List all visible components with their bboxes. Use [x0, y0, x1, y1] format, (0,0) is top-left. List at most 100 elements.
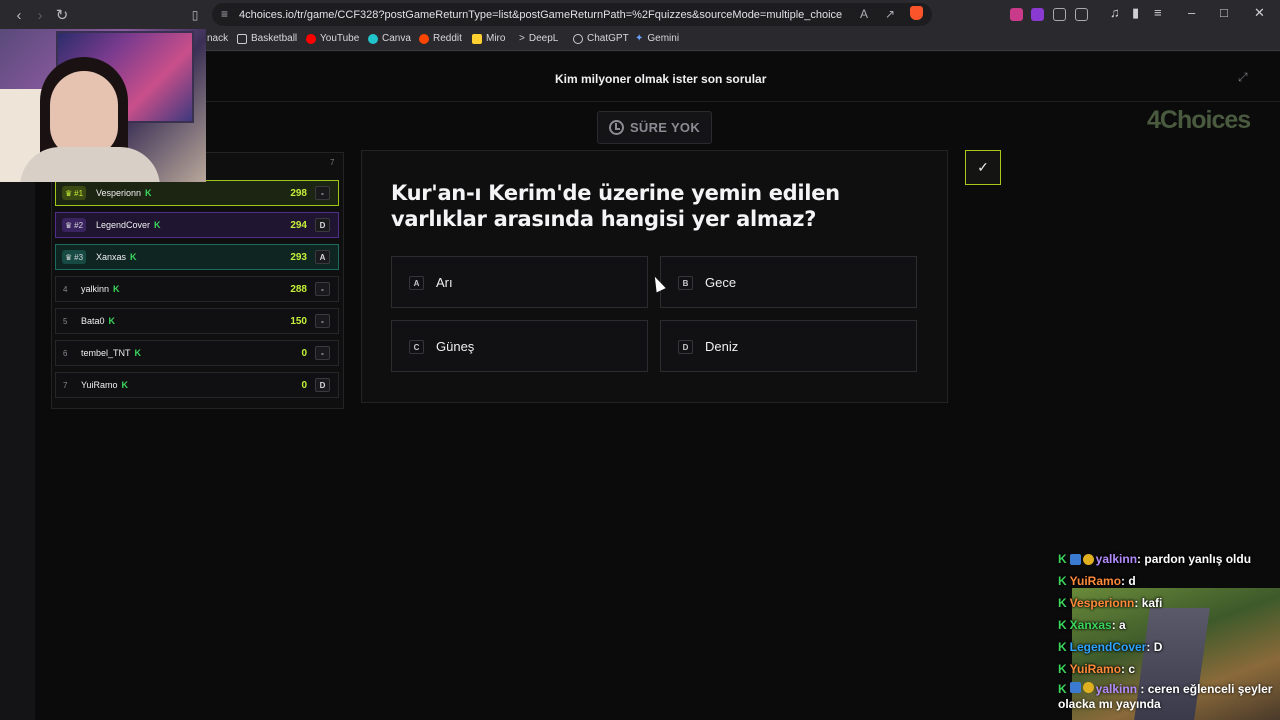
k-badge: K [145, 188, 152, 198]
rank-label: #2 [74, 220, 84, 230]
question-text: Kur'an-ı Kerim'de üzerine yemin edilen v… [391, 181, 840, 231]
chat-text: : c [1121, 662, 1136, 676]
chat-username: yalkinn [1095, 552, 1138, 566]
bookmark-label[interactable]: DeepL [529, 33, 558, 44]
chat-username: yalkinn [1095, 682, 1138, 696]
answer-option-d[interactable]: D Deniz [660, 320, 917, 372]
bookmark-item[interactable]: ✦ Gemini [635, 33, 679, 44]
bookmark-label[interactable]: Basketball [251, 33, 297, 44]
k-badge-icon: K [1058, 618, 1067, 632]
chat-message: K Xanxas : a [1058, 614, 1280, 636]
bookmark-item[interactable]: ChatGPT [573, 33, 629, 44]
bookmark-item[interactable]: nack [207, 33, 228, 44]
forward-icon[interactable]: › [29, 4, 51, 26]
chat-username: YuiRamo [1069, 574, 1122, 588]
player-score: 293 [290, 251, 307, 263]
k-badge: K [134, 348, 142, 358]
deepl-icon: > [519, 33, 525, 44]
leaderboard-row: 6 tembel_TNT K 0 - [55, 340, 339, 366]
player-answer: D [315, 378, 330, 392]
extension-icon[interactable] [1010, 8, 1023, 21]
player-name-text: tembel_TNT [81, 348, 131, 358]
rank-label: 6 [63, 348, 68, 358]
rank-badge: ♛ #1 [62, 186, 87, 200]
chat-username: LegendCover [1069, 640, 1147, 654]
submit-check-button[interactable]: ✓ [965, 150, 1001, 185]
bookmark-label[interactable]: ChatGPT [587, 33, 629, 44]
puzzle-icon[interactable] [1053, 8, 1066, 21]
bookmark-label[interactable]: Reddit [433, 33, 462, 44]
bookmark-item[interactable]: Reddit [419, 33, 462, 44]
k-badge-icon: K [1058, 552, 1067, 566]
bookmark-icon[interactable]: ▯ [184, 4, 206, 26]
reload-icon[interactable]: ↻ [51, 4, 73, 26]
chat-text: : d [1121, 574, 1136, 588]
brave-shield-icon[interactable] [910, 6, 923, 20]
bookmark-label[interactable]: Canva [382, 33, 411, 44]
k-badge: K [121, 380, 129, 390]
badge-icon [1069, 553, 1081, 565]
option-key: B [678, 276, 693, 290]
translate-icon[interactable]: A [860, 7, 868, 21]
chat-username: YuiRamo [1069, 662, 1122, 676]
player-answer: D [315, 218, 330, 232]
site-settings-icon[interactable]: ≡ [221, 7, 228, 21]
answer-option-b[interactable]: B Gece [660, 256, 917, 308]
leaderboard-row: 7 YuiRamo K 0 D [55, 372, 339, 398]
back-icon[interactable]: ‹ [8, 4, 30, 26]
extension-icon[interactable] [1075, 8, 1088, 21]
clock-icon [608, 120, 624, 135]
badge-icon [1069, 682, 1081, 693]
media-icon[interactable]: ♫ [1110, 5, 1120, 20]
chat-username: Xanxas [1069, 618, 1112, 632]
rank-label: 4 [63, 284, 68, 294]
fullscreen-icon[interactable]: ⤢ [1238, 70, 1248, 85]
leaderboard-row: 4 yalkinn K 288 - [55, 276, 339, 302]
share-icon[interactable]: ↗ [885, 7, 895, 21]
sidebar-icon[interactable]: ▮ [1132, 5, 1139, 21]
player-name: Xanxas K [96, 252, 137, 262]
player-score: 298 [290, 187, 307, 199]
k-badge-icon: K [1058, 682, 1067, 696]
chat-text: : kafi [1134, 596, 1163, 610]
menu-icon[interactable]: ≡ [1154, 5, 1162, 20]
bookmark-label[interactable]: Miro [486, 33, 505, 44]
bookmark-item[interactable]: Basketball [237, 33, 297, 44]
answer-option-a[interactable]: A Arı [391, 256, 648, 308]
option-text: Güneş [436, 338, 475, 354]
answer-option-c[interactable]: C Güneş [391, 320, 648, 372]
option-key: C [409, 340, 424, 354]
player-name-text: Bata0 [81, 316, 105, 326]
bookmark-item[interactable]: Canva [368, 33, 411, 44]
player-name: LegendCover K [96, 220, 161, 230]
minimize-icon[interactable]: – [1188, 5, 1195, 20]
crown-icon: ♛ [65, 220, 73, 230]
chat-message: K YuiRamo : d [1058, 570, 1280, 592]
bookmark-item[interactable]: Miro [472, 33, 505, 44]
player-score: 288 [290, 283, 307, 295]
bookmark-label[interactable]: nack [207, 33, 228, 44]
player-answer: - [315, 314, 330, 328]
player-name-text: LegendCover [96, 220, 151, 230]
rank-badge: ♛ #2 [62, 218, 87, 232]
maximize-icon[interactable]: □ [1220, 5, 1228, 20]
k-badge-icon: K [1058, 596, 1067, 610]
address-bar[interactable]: ≡ 4choices.io/tr/game/CCF328?postGameRet… [212, 3, 932, 26]
chat-message: K yalkinn : pardon yanlış oldu [1058, 548, 1280, 570]
reddit-icon [419, 33, 429, 44]
bookmark-item[interactable]: > DeepL [519, 33, 558, 44]
k-badge-icon: K [1058, 640, 1067, 654]
rank-badge: ♛ #3 [62, 250, 87, 264]
url-text[interactable]: 4choices.io/tr/game/CCF328?postGameRetur… [239, 9, 842, 21]
bookmark-label[interactable]: Gemini [647, 33, 679, 44]
extension-icon[interactable] [1031, 8, 1044, 21]
player-count: 7 [330, 158, 335, 167]
close-icon[interactable]: ✕ [1254, 5, 1265, 21]
canva-icon [368, 33, 378, 44]
bookmark-item[interactable]: YouTube [306, 33, 359, 44]
player-name-text: Vesperionn [96, 188, 142, 198]
youtube-icon [306, 33, 316, 44]
bookmark-label[interactable]: YouTube [320, 33, 359, 44]
streamer-body [20, 147, 160, 182]
leaderboard-row: ♛ #3 Xanxas K 293 A [55, 244, 339, 270]
